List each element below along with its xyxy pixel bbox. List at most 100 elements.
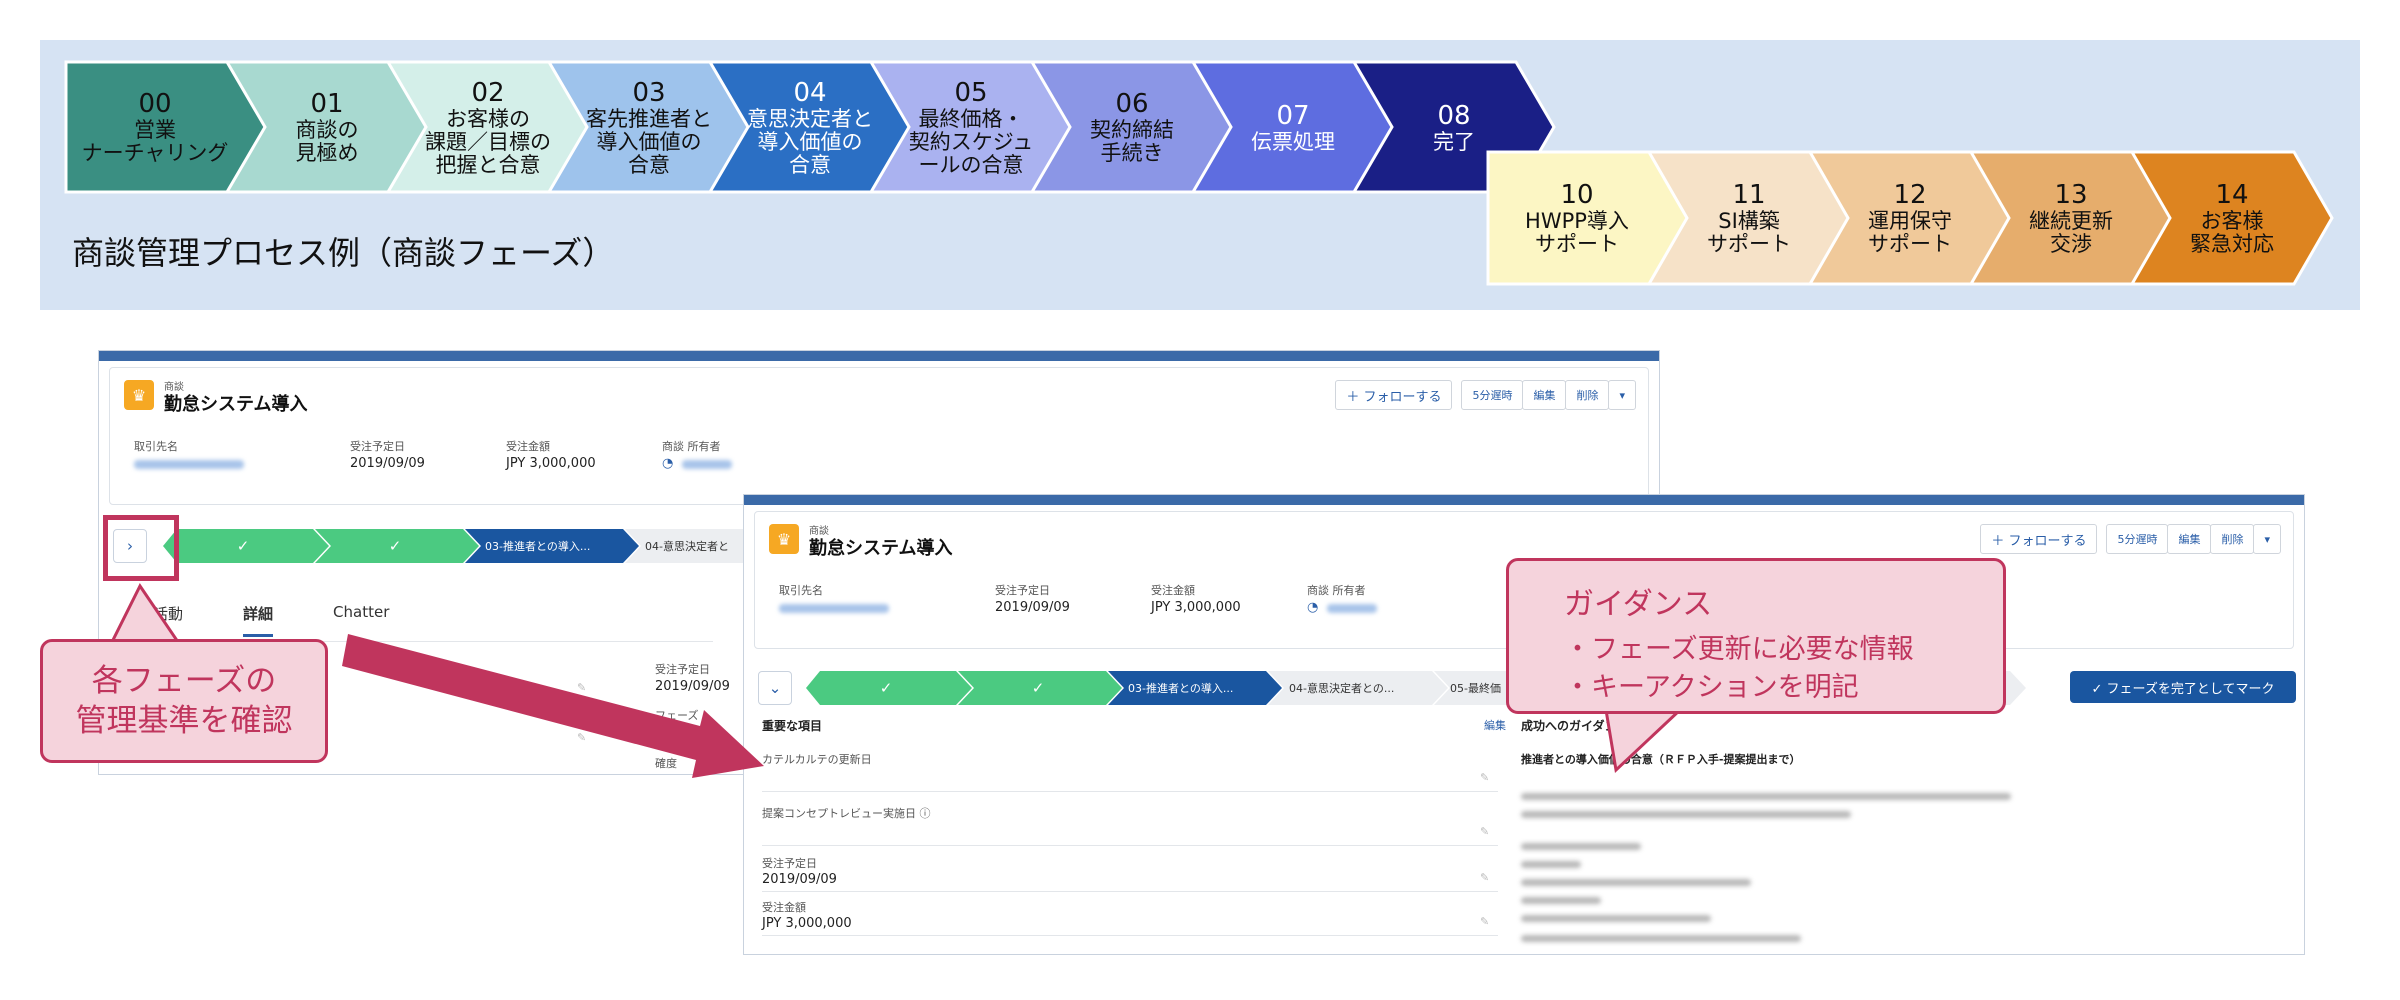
- path-step-4-label[interactable]: 04-意思決定者と: [645, 529, 729, 563]
- owner-avatar-icon: ◔: [1307, 600, 1319, 615]
- close-date-label: 受注予定日: [995, 584, 1050, 597]
- callout-left-line1: 各フェーズの: [91, 663, 277, 699]
- back-close-date-value: 2019/09/09: [655, 679, 730, 694]
- opportunity-crown-icon: ♛: [769, 524, 799, 554]
- guidance-text-blurred: [1521, 879, 1751, 886]
- close-date-label: 受注予定日: [350, 440, 405, 453]
- callout-left: 各フェーズの 管理基準を確認: [40, 639, 328, 763]
- edit-pencil-icon[interactable]: ✎: [1480, 871, 1489, 884]
- follow-button[interactable]: ＋ フォローする: [1980, 524, 2098, 554]
- path-step-2-check-icon: ✓: [1032, 679, 1045, 697]
- record-tabs: 活動 詳細 Chatter: [153, 603, 449, 637]
- owner-name-blurred[interactable]: [1327, 604, 1377, 613]
- phase-label-line: お客様: [2200, 209, 2264, 233]
- key-field-label: 受注金額: [762, 901, 806, 914]
- follow-button[interactable]: ＋ フォローする: [1335, 380, 1453, 410]
- guidance-text-blurred: [1521, 793, 2011, 800]
- path-step-4-label[interactable]: 04-意思決定者との...: [1289, 671, 1394, 705]
- callout-left-line2: 管理基準を確認: [75, 703, 293, 739]
- edit-button[interactable]: 編集: [1522, 380, 1567, 410]
- phase-14: 14 お客様 緊急対応: [2150, 152, 2314, 284]
- phase-12: 12 運用保守 サポート: [1828, 152, 1992, 284]
- phase-label-line: サポート: [1535, 232, 1619, 256]
- delay-5min-button[interactable]: 5分遅時: [1461, 380, 1524, 410]
- record-header-card: ♛ 商談 勤怠システム導入 ＋ フォローする 5分遅時 編集 削除 ▾ 取引先名…: [109, 367, 1649, 505]
- tab-activity[interactable]: 活動: [153, 603, 183, 637]
- guidance-heading: 成功へのガイダンス: [1521, 719, 1629, 733]
- callout-right-title: ガイダンス: [1564, 587, 1713, 622]
- path-step-3-label[interactable]: 03-推進者との導入...: [1128, 671, 1233, 705]
- key-field-value: JPY 3,000,000: [762, 916, 852, 931]
- callout-right: ガイダンス ・フェーズ更新に必要な情報 ・キーアクションを明記: [1506, 558, 2006, 714]
- key-field-label: 受注予定日: [762, 857, 817, 870]
- key-field-value: 2019/09/09: [762, 872, 837, 887]
- tab-chatter[interactable]: Chatter: [333, 603, 389, 637]
- key-field-label: 提案コンセプトレビュー実施日 ⓘ: [762, 807, 931, 820]
- guidance-text-blurred: [1521, 915, 1711, 922]
- amount-label: 受注金額: [506, 440, 550, 453]
- phase-13: 13 継続更新 交渉: [1989, 152, 2153, 284]
- record-title: 勤怠システム導入: [809, 538, 953, 559]
- callout-right-line1: ・フェーズ更新に必要な情報: [1564, 634, 1914, 665]
- key-field-label: カテルカルテの更新日: [762, 753, 872, 766]
- guidance-text-blurred: [1521, 861, 1581, 868]
- field-divider: [762, 935, 1498, 936]
- path-button-highlight: [103, 515, 179, 581]
- path-step-5-label[interactable]: 05-最終価: [1450, 671, 1501, 705]
- edit-pencil-icon[interactable]: ✎: [1480, 825, 1489, 838]
- record-action-buttons: ＋ フォローする 5分遅時 編集 削除 ▾: [1335, 380, 1636, 410]
- window-header-stripe: [744, 495, 2304, 505]
- phase-label-line: サポート: [1868, 232, 1952, 256]
- owner-avatar-icon: ◔: [662, 456, 674, 471]
- amount-label: 受注金額: [1151, 584, 1195, 597]
- phase-number: 13: [2054, 180, 2088, 210]
- phase-number: 14: [2215, 180, 2249, 210]
- phase-number: 11: [1732, 180, 1766, 210]
- delete-button[interactable]: 削除: [2210, 524, 2255, 554]
- close-date-value: 2019/09/09: [995, 600, 1070, 615]
- tab-details[interactable]: 詳細: [243, 603, 274, 637]
- callout-right-line2: ・キーアクションを明記: [1564, 672, 1859, 703]
- delete-button[interactable]: 削除: [1565, 380, 1610, 410]
- phase-label-line: 運用保守: [1868, 209, 1952, 233]
- delay-5min-button[interactable]: 5分遅時: [2106, 524, 2169, 554]
- back-probability-label: 確度: [655, 757, 677, 770]
- path-step-3-label[interactable]: 03-推進者との導入...: [485, 529, 590, 563]
- phase-label-line: 交渉: [2050, 232, 2092, 256]
- edit-pencil-icon[interactable]: ✎: [1480, 915, 1489, 928]
- phase-10: 10 HWPP導入 サポート: [1488, 152, 1666, 284]
- phase-label-line: HWPP導入: [1525, 209, 1629, 233]
- owner-label: 商談 所有者: [1307, 584, 1366, 597]
- owner-name-blurred[interactable]: [682, 460, 732, 469]
- mark-phase-complete-button[interactable]: ✓ フェーズを完了としてマーク: [2070, 671, 2296, 703]
- field-divider: [762, 845, 1498, 846]
- guidance-text-blurred: [1521, 897, 1601, 904]
- edit-button[interactable]: 編集: [2167, 524, 2212, 554]
- account-name-label: 取引先名: [779, 584, 823, 597]
- record-title: 勤怠システム導入: [164, 394, 308, 415]
- path-step-2-check-icon: ✓: [389, 537, 402, 555]
- amount-value: JPY 3,000,000: [1151, 600, 1241, 615]
- phase-label-line: 継続更新: [2029, 209, 2113, 233]
- key-fields-heading: 重要な項目: [762, 719, 823, 733]
- window-header-stripe: [99, 351, 1659, 361]
- phase-number: 10: [1560, 180, 1594, 210]
- field-divider: [762, 891, 1498, 892]
- phase-label-line: SI構築: [1718, 209, 1780, 233]
- edit-pencil-icon[interactable]: ✎: [577, 731, 586, 744]
- more-actions-dropdown[interactable]: ▾: [1608, 380, 1636, 410]
- back-close-date-label: 受注予定日: [655, 663, 710, 676]
- account-name-value-blurred[interactable]: [779, 604, 889, 613]
- close-date-value: 2019/09/09: [350, 456, 425, 471]
- opportunity-crown-icon: ♛: [124, 380, 154, 410]
- key-fields-edit-link[interactable]: 編集: [1484, 717, 1506, 733]
- account-name-value-blurred[interactable]: [134, 460, 244, 469]
- banner-title: 商談管理プロセス例（商談フェーズ）: [72, 234, 615, 272]
- guidance-text-blurred: [1521, 811, 1851, 818]
- edit-pencil-icon[interactable]: ✎: [1480, 771, 1489, 784]
- path-collapse-button[interactable]: ⌄: [758, 671, 792, 705]
- phase-label-line: 緊急対応: [2190, 232, 2274, 256]
- phase-11: 11 SI構築 サポート: [1667, 152, 1831, 284]
- edit-pencil-icon[interactable]: ✎: [577, 681, 586, 694]
- more-actions-dropdown[interactable]: ▾: [2253, 524, 2281, 554]
